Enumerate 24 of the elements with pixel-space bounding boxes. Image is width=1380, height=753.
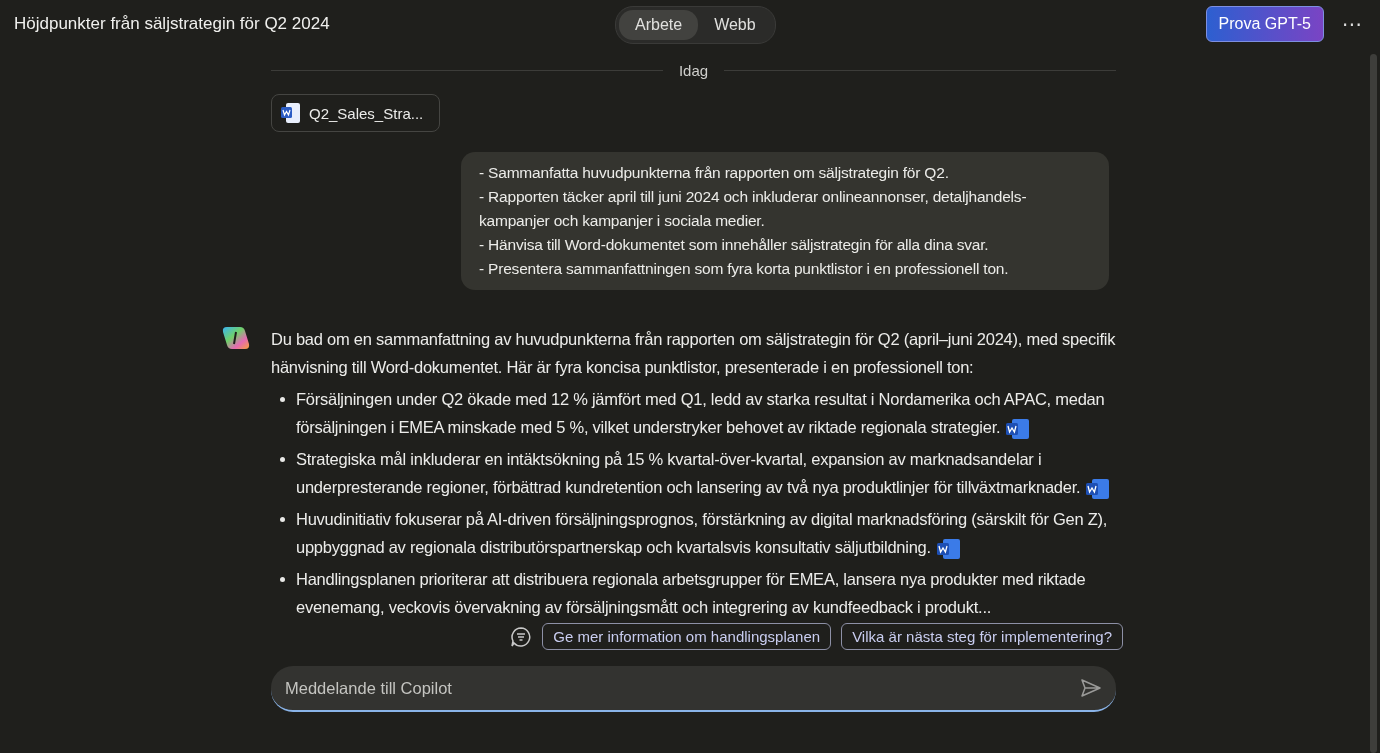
word-document-icon[interactable] — [936, 537, 961, 560]
suggestion-chip[interactable]: Ge mer information om handlingsplanen — [542, 623, 832, 650]
document-icon — [281, 102, 301, 124]
word-document-icon[interactable] — [1086, 477, 1111, 500]
answer-intro: Du bad om en sammanfattning av huvudpunkterna från rapporten om säljstrategin för Q2 (april–juni 2024), med specifik hänvisning till Word-dokumentet. Här är fyra koncisa punktlistor, presenterade i en professionell ton: — [271, 329, 1116, 378]
answer-bullet: Huvudinitiativ fokuserar på AI-driven försäljningsprognos, förstärkning av digital marknadsföring (särskilt för Gen Z), uppbyggnad av regionala distributörspartnerskap och kvartalsvis konsultativ säljutbildning. — [296, 510, 1108, 556]
answer-bullet: Strategiska mål inkluderar en intäktsökning på 15 % kvartal-över-kvartal, expansion av marknadsandelar i underpresterande regioner, förbättrad kundretention och lansering av två nya produktlinjer för tillväxtmarknader. — [296, 450, 1111, 496]
answer-bullet: Handlingsplanen prioriterar att distribuera regionala arbetsgrupper för EMEA, lansera nya produkter med riktade evenemang, veckovis övervakning av försäljningsmått och integrering av kundfeedback i produkt... — [296, 570, 1086, 616]
message-input[interactable]: Meddelande till Copilot — [271, 666, 1116, 712]
word-document-icon[interactable] — [1006, 417, 1031, 440]
chat-title: Höjdpunkter från säljstrategin för Q2 2024 — [14, 14, 330, 34]
date-divider-label: Idag — [678, 61, 709, 79]
mode-tab[interactable]: Webb — [698, 10, 772, 40]
copilot-logo-icon — [222, 325, 250, 351]
upgrade-button[interactable]: Prova GPT-5 — [1205, 6, 1324, 42]
send-icon[interactable] — [1080, 678, 1102, 698]
suggestion-icon — [510, 625, 533, 648]
answer-bullet: Försäljningen under Q2 ökade med 12 % jämfört med Q1, ledd av starka resultat i Nordamerika och APAC, medan försäljningen i EMEA minskade med 5 %, vilket understryker behovet av riktade regionala strategier. — [296, 390, 1105, 436]
attachment-chip[interactable]: Q2_Sales_Stra... — [271, 94, 441, 132]
mode-tab[interactable]: Arbete — [619, 10, 699, 40]
suggestion-chip[interactable]: Vilka är nästa steg för implementering? — [841, 623, 1123, 650]
more-button[interactable]: ⋯ — [1338, 12, 1366, 36]
user-message: - Sammanfatta huvudpunkterna från rapporten om säljstrategin för Q2. - Rapporten täcker april till juni 2024 och inkluderar onlineannonser, detaljhandels-kampanjer och kampanjer i sociala medier. - Hänvisa till Word-dokumentet som innehåller säljstrategin för alla dina svar. - Presentera sammanfattningen som fyra korta punktlistor i en professionell ton. — [461, 152, 1109, 290]
scrollbar[interactable] — [1370, 54, 1377, 753]
